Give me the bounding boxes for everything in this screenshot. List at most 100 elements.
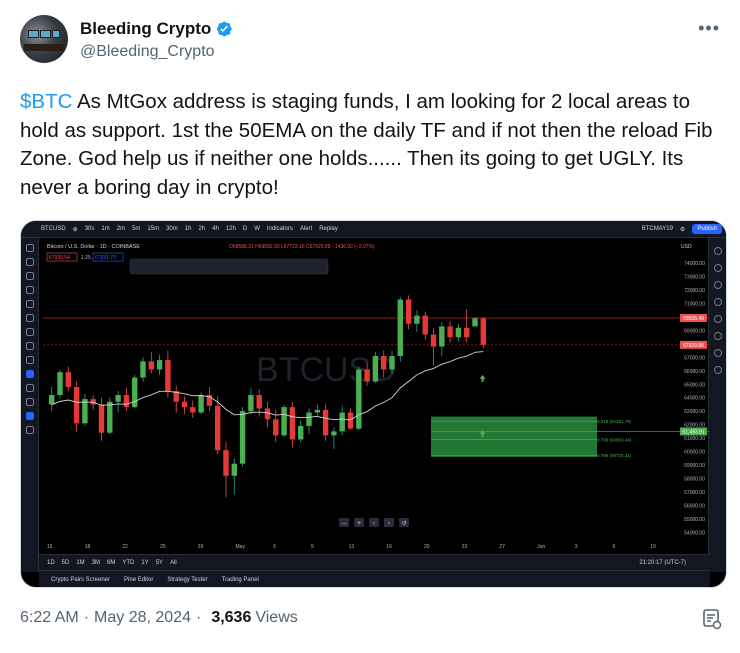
clock[interactable]: 21:20:17 (UTC-7) bbox=[639, 560, 686, 566]
avatar[interactable] bbox=[20, 15, 68, 63]
candle-body bbox=[281, 407, 287, 436]
candle-body bbox=[123, 395, 130, 408]
candle-body bbox=[364, 369, 370, 382]
candlestick-chart: 74000.0073000.0072000.0071000.0070000.00… bbox=[43, 244, 709, 550]
chart-image[interactable]: BTCUSD ⊕ 30s 1m 2m 5m 15m 30m 1h 2h 4h 1… bbox=[20, 220, 727, 588]
avatar-monitor bbox=[28, 30, 39, 38]
range-6m[interactable]: 6M bbox=[107, 560, 115, 566]
zoom-control-glyph: − bbox=[341, 520, 346, 527]
spread: 1.25 bbox=[81, 255, 91, 261]
x-tick-label: 15 bbox=[47, 544, 53, 550]
y-tick-label: 66000.00 bbox=[684, 369, 705, 375]
x-tick-label: 6 bbox=[273, 544, 276, 550]
display-name-row[interactable]: Bleeding Crypto bbox=[80, 19, 233, 39]
avatar-monitor bbox=[40, 30, 51, 38]
candle-body bbox=[256, 395, 262, 409]
panel-screener[interactable]: Crypto Pairs Screener bbox=[51, 577, 110, 583]
x-tick-label: 27 bbox=[499, 544, 505, 550]
separator: · bbox=[83, 609, 90, 626]
range-1m[interactable]: 1M bbox=[76, 560, 84, 566]
candle-body bbox=[480, 318, 486, 345]
y-tick-label: 63000.00 bbox=[684, 409, 705, 415]
candle-body bbox=[447, 326, 453, 338]
candle-body bbox=[347, 412, 354, 429]
more-options-icon[interactable]: ••• bbox=[698, 18, 720, 39]
price-tag-label: 69928.49 bbox=[683, 316, 704, 322]
cashtag-link[interactable]: $BTC bbox=[20, 90, 72, 113]
range-3m[interactable]: 3M bbox=[92, 560, 100, 566]
y-tick-label: 60000.00 bbox=[684, 450, 705, 456]
x-tick-label: Jun bbox=[537, 544, 545, 550]
candle-body bbox=[57, 372, 63, 396]
bid-price: 67930.54 bbox=[49, 255, 70, 261]
ema-tag-label: 61,493.91 bbox=[682, 429, 704, 435]
y-tick-label: 71000.00 bbox=[684, 302, 705, 308]
y-tick-label: 73000.00 bbox=[684, 275, 705, 281]
candle-body bbox=[273, 419, 279, 436]
candle-body bbox=[289, 407, 296, 440]
bottom-panel: Crypto Pairs Screener Pine Editor Strate… bbox=[39, 570, 710, 587]
x-tick-label: 10 bbox=[650, 544, 656, 550]
x-tick-label: 9 bbox=[311, 544, 314, 550]
panel-trading[interactable]: Trading Panel bbox=[222, 577, 259, 583]
candle-body bbox=[165, 360, 171, 391]
candle-body bbox=[430, 334, 437, 347]
x-tick-label: 23 bbox=[462, 544, 468, 550]
candle-body bbox=[339, 412, 345, 432]
grok-analyze-icon[interactable] bbox=[702, 608, 722, 630]
x-tick-label: 25 bbox=[160, 544, 166, 550]
candle-body bbox=[140, 361, 146, 378]
candle-body bbox=[181, 401, 188, 408]
candle-body bbox=[190, 407, 196, 413]
fib-zone bbox=[431, 416, 597, 457]
candle-body bbox=[455, 327, 462, 338]
verified-badge-icon[interactable] bbox=[215, 20, 233, 38]
range-all[interactable]: All bbox=[170, 560, 177, 566]
views-count[interactable]: 3,636 bbox=[211, 609, 251, 627]
range-1d[interactable]: 1D bbox=[47, 560, 55, 566]
candle-body bbox=[439, 326, 445, 347]
x-tick-label: 29 bbox=[198, 544, 204, 550]
fib-label: 0.618 (62251.79) bbox=[597, 419, 632, 424]
timestamp-date[interactable]: May 28, 2024 bbox=[94, 609, 191, 627]
range-5y[interactable]: 5Y bbox=[156, 560, 163, 566]
candle-body bbox=[239, 411, 246, 464]
candle-body bbox=[264, 408, 271, 420]
x-tick-label: May bbox=[236, 544, 246, 550]
y-tick-label: 67000.00 bbox=[684, 355, 705, 361]
candle-body bbox=[331, 431, 337, 436]
candle-body bbox=[132, 377, 138, 408]
chart-legend-ohlc: O69588.31 H69582.90 L67723.16 C67929.88 … bbox=[229, 244, 375, 250]
handle[interactable]: @Bleeding_Crypto bbox=[80, 43, 233, 61]
range-5d[interactable]: 5D bbox=[62, 560, 70, 566]
candle-body bbox=[389, 356, 395, 370]
y-tick-label: 72000.00 bbox=[684, 288, 705, 294]
candle-body bbox=[82, 399, 88, 424]
candle-body bbox=[223, 450, 229, 476]
range-1y[interactable]: 1Y bbox=[141, 560, 148, 566]
candle-body bbox=[306, 412, 312, 426]
y-tick-label: 64000.00 bbox=[684, 396, 705, 402]
support-arrow-icon bbox=[479, 374, 486, 382]
x-tick-label: 6 bbox=[613, 544, 616, 550]
zoom-control-glyph: › bbox=[388, 520, 390, 527]
currency-label: USD bbox=[681, 244, 692, 250]
panel-pine-editor[interactable]: Pine Editor bbox=[124, 577, 153, 583]
candle-body bbox=[248, 395, 254, 412]
chart-legend-title: Bitcoin / U.S. Dollar · 1D · COINBASE bbox=[47, 244, 140, 250]
candle-body bbox=[372, 356, 379, 382]
views-label[interactable]: Views bbox=[255, 609, 297, 627]
tweet-footer: 6:22 AM · May 28, 2024 · 3,636 Views bbox=[20, 609, 298, 627]
candle-body bbox=[314, 409, 320, 413]
timestamp-time[interactable]: 6:22 AM bbox=[20, 609, 79, 627]
candle-body bbox=[49, 395, 55, 405]
candle-body bbox=[98, 404, 105, 433]
y-tick-label: 58000.00 bbox=[684, 476, 705, 482]
y-tick-label: 54000.00 bbox=[684, 530, 705, 536]
display-name[interactable]: Bleeding Crypto bbox=[80, 19, 211, 39]
panel-strategy-tester[interactable]: Strategy Tester bbox=[167, 577, 207, 583]
zoom-control-glyph: ↺ bbox=[401, 520, 406, 527]
tweet-body: As MtGox address is staging funds, I am … bbox=[20, 90, 713, 199]
x-tick-label: 22 bbox=[122, 544, 128, 550]
range-ytd[interactable]: YTD bbox=[122, 560, 134, 566]
